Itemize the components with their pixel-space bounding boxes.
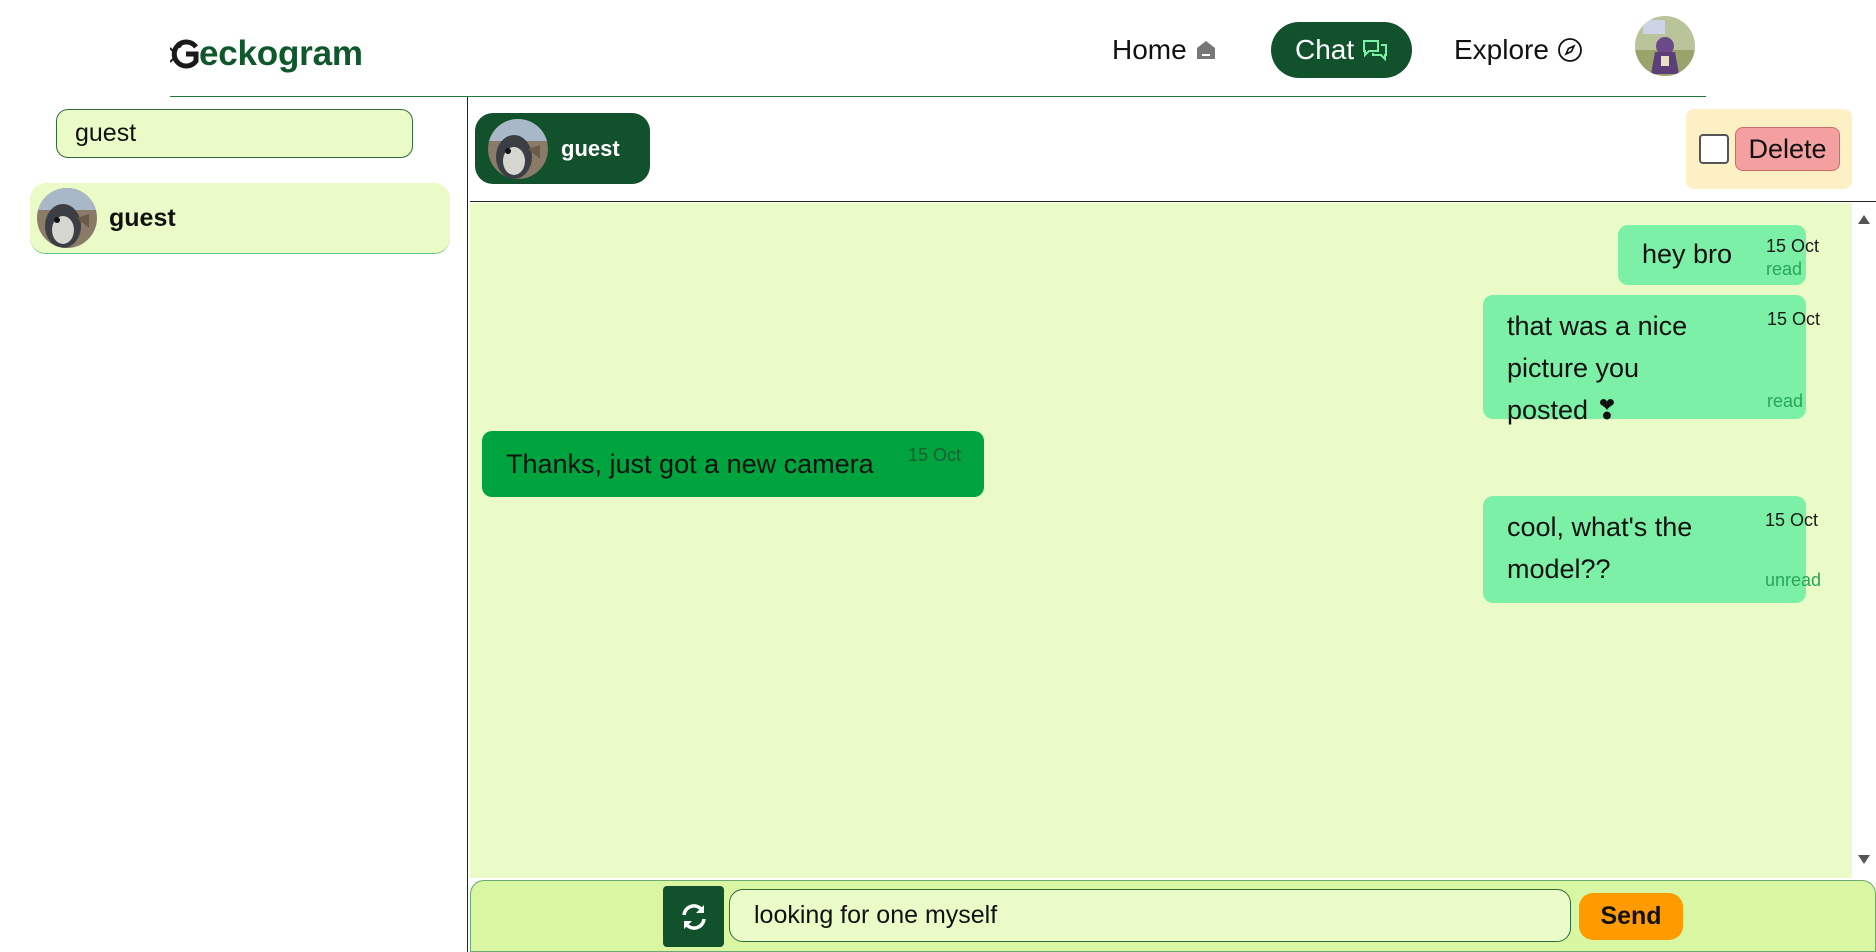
- message-bubble-incoming[interactable]: Thanks, just got a new camera 15 Oct: [482, 431, 984, 497]
- contact-search-input[interactable]: [56, 109, 413, 158]
- app-logo[interactable]: eckogram: [170, 34, 363, 74]
- contacts-sidebar: guest: [0, 97, 468, 952]
- chat-bubbles-icon: [1362, 38, 1388, 62]
- message-text: that was a nice picture you posted ❣: [1507, 311, 1688, 425]
- app-logo-text: eckogram: [199, 34, 363, 73]
- delete-controls: Delete: [1686, 109, 1852, 189]
- delete-button[interactable]: Delete: [1735, 127, 1840, 171]
- message-date: 15 Oct: [1766, 236, 1820, 256]
- profile-avatar[interactable]: [1635, 16, 1695, 76]
- message-composer: Send: [470, 880, 1876, 952]
- chat-header: guest Delete: [470, 97, 1876, 202]
- nav-chat[interactable]: Chat: [1271, 22, 1412, 78]
- send-button[interactable]: Send: [1579, 893, 1683, 940]
- message-status: read: [1767, 391, 1804, 411]
- message-date: 15 Oct: [1765, 510, 1819, 530]
- nav-explore-label: Explore: [1454, 34, 1549, 65]
- refresh-button[interactable]: [663, 886, 724, 947]
- nav-home-label: Home: [1112, 34, 1187, 65]
- message-date: 15 Oct: [1767, 309, 1821, 329]
- nav-chat-label: Chat: [1295, 34, 1355, 65]
- avatar: [37, 188, 97, 248]
- nav-home[interactable]: Home: [1112, 22, 1217, 78]
- message-text: hey bro: [1642, 239, 1733, 269]
- message-bubble-outgoing[interactable]: cool, what's the model?? 15 Oct unread: [1483, 496, 1821, 603]
- message-text: Thanks, just got a new camera: [506, 449, 874, 479]
- message-list[interactable]: hey bro 15 Oct read that was a nice pict…: [470, 203, 1852, 878]
- gecko-g-icon: [170, 39, 199, 69]
- contact-item-guest[interactable]: guest: [30, 183, 450, 254]
- message-status: unread: [1765, 570, 1822, 590]
- chat-recipient-chip[interactable]: guest: [475, 113, 650, 184]
- message-status: read: [1766, 259, 1803, 279]
- refresh-icon: [681, 903, 706, 930]
- message-scrollbar[interactable]: [1852, 203, 1876, 878]
- chat-panel: guest Delete hey bro 15 Oct read that wa…: [470, 97, 1876, 952]
- message-text: cool, what's the model??: [1507, 512, 1693, 584]
- message-bubble-outgoing[interactable]: hey bro 15 Oct read: [1618, 225, 1819, 285]
- avatar: [488, 118, 548, 179]
- top-header: eckogram Home Chat Explore: [170, 0, 1706, 97]
- message-date: 15 Oct: [908, 445, 962, 465]
- nav-explore[interactable]: Explore: [1454, 22, 1583, 78]
- scroll-up-icon[interactable]: [1858, 215, 1870, 224]
- message-input[interactable]: [729, 889, 1571, 942]
- message-bubble-outgoing[interactable]: that was a nice picture you posted ❣ 15 …: [1483, 295, 1820, 425]
- contact-name: guest: [109, 203, 176, 232]
- home-icon: [1195, 39, 1217, 61]
- compass-icon: [1557, 37, 1583, 63]
- select-all-checkbox[interactable]: [1699, 134, 1729, 164]
- chat-recipient-name: guest: [561, 135, 620, 161]
- scroll-down-icon[interactable]: [1858, 855, 1870, 864]
